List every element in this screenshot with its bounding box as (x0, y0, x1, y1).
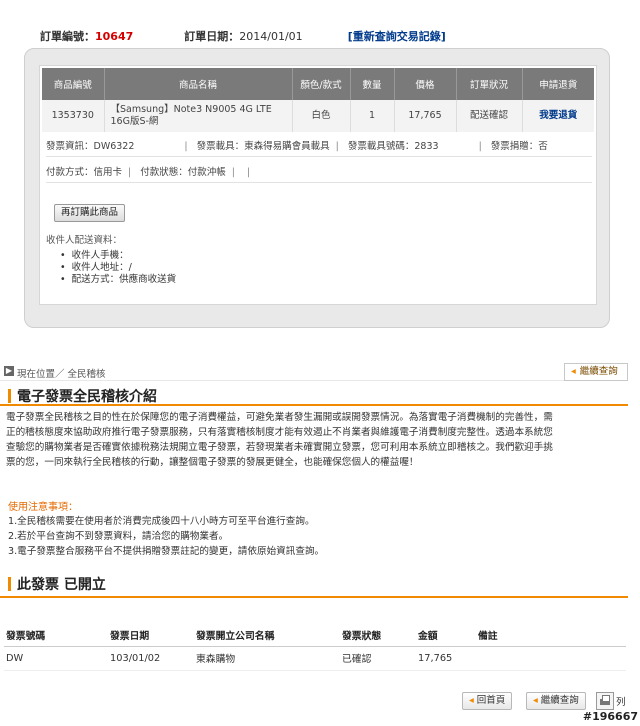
invoice-date: 103/01/02 (108, 646, 194, 671)
col-price: 價格 (394, 68, 457, 100)
product-qty: 1 (350, 100, 395, 132)
payment-status: 付款狀態：付款沖帳 (140, 167, 226, 178)
receiver-list: 收件人手機： 收件人地址：/ 配送方式：供應商收送貨 (60, 250, 177, 286)
invoice-table: 發票號碼 發票日期 發票開立公司名稱 發票狀態 金額 備註 DW 103/01/… (4, 624, 626, 671)
col-product-no: 商品編號 (42, 68, 105, 100)
refund-cell: 我要退貨 (522, 100, 594, 132)
payment-method: 付款方式：信用卡 (46, 167, 123, 178)
requery-link[interactable]: [重新查詢交易記錄] (348, 28, 446, 44)
col-remark: 備註 (476, 624, 626, 647)
title-marker (8, 389, 11, 403)
intro-paragraph: 電子發票全民稽核之目的性在於保障您的電子消費權益，可避免業者發生漏開或誤開發票情… (6, 410, 628, 470)
section-divider (0, 404, 628, 406)
order-no-label: 訂單編號： (40, 30, 95, 43)
product-name[interactable]: 【Samsung】Note3 N9005 4G LTE 16G版S-網 (104, 100, 293, 132)
notice-item: 3.電子發票整合服務平台不提供捐贈發票註記的變更，請依原始資訊查詢。 (8, 546, 325, 557)
product-name-line1: 【Samsung】Note3 N9005 4G LTE (110, 104, 272, 115)
product-no: 1353730 (42, 100, 105, 132)
arrow-left-icon: ◂ (571, 366, 576, 377)
continue-query-label: 繼續查詢 (540, 695, 579, 706)
title-marker (8, 577, 11, 591)
rebuy-button[interactable]: 再訂購此商品 (54, 204, 126, 222)
col-invoice-status: 發票狀態 (340, 624, 416, 647)
col-qty: 數量 (350, 68, 395, 100)
watermark: #196667 (582, 710, 638, 723)
arrow-left-icon: ◂ (533, 695, 538, 706)
col-amount: 金額 (416, 624, 476, 647)
table-row: 1353730 【Samsung】Note3 N9005 4G LTE 16G版… (42, 100, 594, 132)
col-product-name: 商品名稱 (104, 68, 293, 100)
breadcrumb: ▶ 現在位置／ 全民稽核 ◂ 繼續查詢 (0, 363, 628, 381)
col-invoice-date: 發票日期 (108, 624, 194, 647)
payment-info-row: 付款方式：信用卡 | 付款狀態：付款沖帳 | | (46, 164, 592, 183)
receiver-box: 收件人配送資料： 收件人手機： 收件人地址：/ 配送方式：供應商收送貨 (46, 232, 592, 302)
continue-query-button[interactable]: ◂ 繼續查詢 (526, 692, 586, 710)
issuer-name: 東森購物 (194, 646, 340, 671)
breadcrumb-text: 現在位置／ 全民稽核 (17, 369, 106, 380)
intro-line: 查驗您的購物業者是否確實依據稅務法規開立電子發票，若發現業者未確實開立發票，您可… (6, 442, 553, 453)
invoice-status: 已確認 (340, 646, 416, 671)
col-refund: 申請退貨 (522, 68, 594, 100)
section-title-issued-text: 此發票 已開立 (17, 577, 106, 593)
intro-line: 電子發票全民稽核之目的性在於保障您的電子消費權益，可避免業者發生漏開或誤開發票情… (6, 412, 553, 423)
order-header: 訂單編號：10647 訂單日期：2014/01/01 [重新查詢交易記錄] (40, 28, 600, 44)
home-button-label: 回首頁 (476, 695, 506, 706)
order-no: 10647 (95, 30, 134, 43)
table-row: DW 103/01/02 東森購物 已確認 17,765 (4, 646, 626, 671)
order-date: 2014/01/01 (239, 30, 303, 43)
section-divider (0, 596, 628, 598)
continue-query-top-button[interactable]: ◂ 繼續查詢 (564, 363, 628, 381)
invoice-label: 發票資訊：DW6322 (46, 141, 135, 152)
arrow-left-icon: ◂ (469, 695, 474, 706)
section-title-issued: 此發票 已開立 (8, 574, 106, 594)
invoice-info-row: 發票資訊：DW6322 | 發票載具：東森得易購會員載具 | 發票載具號碼：2833… (46, 138, 592, 157)
receiver-phone: 收件人手機： (60, 250, 176, 262)
col-invoice-no: 發票號碼 (4, 624, 108, 647)
home-button[interactable]: ◂ 回首頁 (462, 692, 513, 710)
intro-line: 正的稽核態度來協助政府推行電子發票服務，只有落實稽核制度才能有效遏止不肖業者與維… (6, 427, 553, 438)
notice-title: 使用注意事項： (8, 502, 78, 513)
invoice-remark (476, 646, 626, 671)
product-color: 白色 (292, 100, 351, 132)
col-color: 顏色/款式 (292, 68, 351, 100)
location-icon: ▶ (4, 366, 14, 376)
order-status: 配送確認 (456, 100, 523, 132)
order-items-table: 商品編號 商品名稱 顏色/款式 數量 價格 訂單狀況 申請退貨 1353730 … (42, 68, 594, 132)
notice-item: 2.若於平台查詢不到發票資料，請洽您的購物業者。 (8, 531, 229, 542)
intro-line: 票的您，一同來執行全民稽核的行動，讓整個電子發票的發展更健全，也能確保您個人的權… (6, 457, 419, 468)
continue-query-top-label: 繼續查詢 (579, 366, 618, 377)
col-status: 訂單狀況 (456, 68, 523, 100)
refund-link[interactable]: 我要退貨 (539, 110, 577, 121)
notice-list: 1.全民稽核需要在使用者於消費完成後四十八小時方可至平台進行查詢。 2.若於平台… (8, 514, 324, 559)
order-card: 商品編號 商品名稱 顏色/款式 數量 價格 訂單狀況 申請退貨 1353730 … (24, 48, 610, 328)
notice-item: 1.全民稽核需要在使用者於消費完成後四十八小時方可至平台進行查詢。 (8, 516, 315, 527)
carrier-no-label: 發票載具號碼：2833 (347, 141, 439, 152)
order-date-label: 訂單日期： (184, 30, 240, 43)
section-title-intro-text: 電子發票全民稽核介紹 (17, 389, 157, 405)
invoice-no: DW (4, 646, 108, 671)
print-label[interactable]: 列 (616, 694, 626, 708)
invoice-amount: 17,765 (416, 646, 476, 671)
receiver-address: 收件人地址：/ (60, 262, 176, 274)
section-title-intro: 電子發票全民稽核介紹 (8, 386, 157, 406)
receiver-title: 收件人配送資料： (46, 235, 123, 246)
print-icon[interactable] (596, 692, 614, 710)
col-issuer: 發票開立公司名稱 (194, 624, 340, 647)
product-name-line2: 16G版S-網 (110, 116, 159, 127)
order-detail-panel: 商品編號 商品名稱 顏色/款式 數量 價格 訂單狀況 申請退貨 1353730 … (39, 65, 597, 305)
donate-label: 發票捐贈：否 (490, 141, 548, 152)
product-price: 17,765 (394, 100, 457, 132)
carrier-label: 發票載具：東森得易購會員載具 (196, 141, 330, 152)
delivery-method: 配送方式：供應商收送貨 (60, 274, 177, 286)
